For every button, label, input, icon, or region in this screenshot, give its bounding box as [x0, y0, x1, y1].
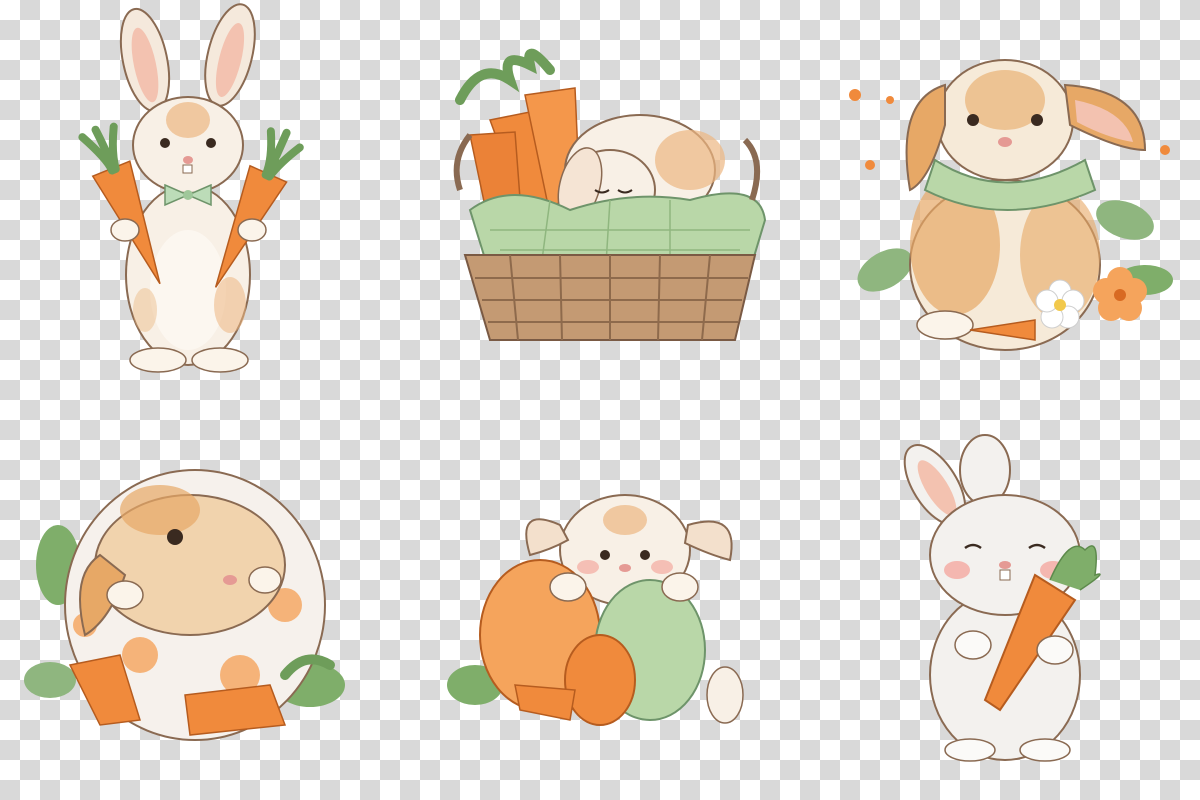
- bunny-white-carrot-illustration: [895, 434, 1125, 765]
- bunny-in-egg-illustration: [24, 445, 355, 755]
- bunny-lop-scarf-flowers-illustration: [845, 30, 1175, 355]
- bunny-sleeping-basket-illustration: [430, 40, 770, 345]
- bunny-with-eggs-illustration: [440, 465, 750, 745]
- bunny-bowtie-carrots-illustration: [70, 3, 310, 380]
- transparency-canvas: [0, 0, 1200, 800]
